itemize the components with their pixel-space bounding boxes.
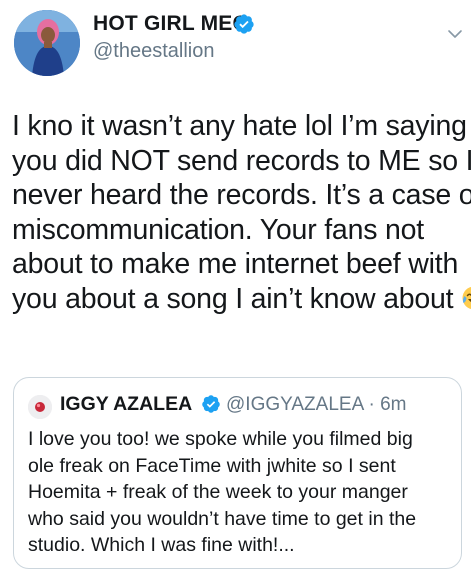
quoted-author-handle-time[interactable]: @IGGYAZALEA · 6m: [226, 394, 406, 416]
author-avatar[interactable]: [14, 10, 80, 76]
tweet-text-line: I kno it wasn’t any hate lol I’m saying: [12, 110, 467, 142]
verified-badge-icon: [202, 395, 220, 413]
tweet-text: I kno it wasn’t any hate lol I’m saying …: [12, 109, 471, 317]
tears-of-joy-emoji-icon: [462, 286, 471, 309]
quoted-author-display-name[interactable]: IGGY AZALEA: [60, 393, 192, 416]
tweet-text-line: about to make me internet beef with: [12, 248, 459, 280]
tweet-text-line: miscommunication. Your fans not: [12, 213, 425, 246]
tweet-text-line: never heard the records. It’s a case of: [12, 179, 471, 211]
tweet-text-line: you about a song I ain’t know about: [12, 282, 454, 315]
quoted-tweet-card[interactable]: IGGY AZALEA @IGGYAZALEA · 6m I love you …: [13, 377, 462, 569]
quoted-author-avatar[interactable]: [28, 395, 52, 419]
quoted-tweet-text-line: Hoemita + freak of the week to your mang…: [28, 481, 408, 503]
quoted-tweet-text-line: studio. Which I was fine with!...: [28, 534, 295, 556]
quoted-tweet-text-line: who said you wouldn’t have time to get i…: [28, 507, 417, 530]
verified-badge-icon: [234, 14, 254, 34]
tweet-text-line: you did NOT send records to ME so I: [12, 144, 471, 177]
quoted-tweet-text: I love you too! we spoke while you filme…: [28, 426, 453, 559]
author-display-name[interactable]: HOT GIRL MEG: [93, 12, 249, 36]
quoted-tweet-text-line: ole freak on FaceTime with jwhite so I s…: [28, 454, 396, 477]
chevron-down-icon[interactable]: [447, 26, 463, 42]
author-handle[interactable]: @theestallion: [93, 40, 214, 63]
tweet-text-last-line: you about a song I ain’t know about: [12, 282, 471, 317]
quoted-tweet-text-line: I love you too! we spoke while you filme…: [28, 428, 413, 450]
